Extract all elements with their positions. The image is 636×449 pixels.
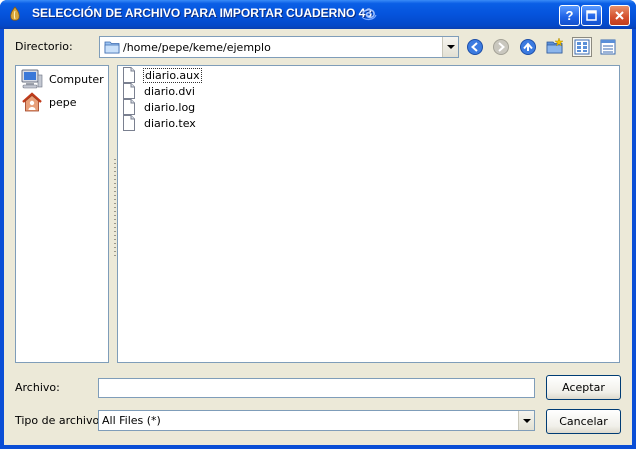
filetype-combo[interactable]: All Files (*) xyxy=(98,410,535,431)
place-computer[interactable]: Computer xyxy=(21,68,104,90)
directory-path: /home/pepe/keme/ejemplo xyxy=(123,40,271,54)
title-bar[interactable]: SELECCIÓN DE ARCHIVO PARA IMPORTAR CUADE… xyxy=(0,0,636,29)
home-icon xyxy=(22,92,42,112)
detail-view-button[interactable] xyxy=(598,37,618,57)
file-item[interactable]: diario.aux xyxy=(122,67,202,83)
document-icon xyxy=(122,115,136,131)
chevron-down-icon[interactable] xyxy=(518,411,534,430)
dialog-window: SELECCIÓN DE ARCHIVO PARA IMPORTAR CUADE… xyxy=(0,0,636,449)
app-icon xyxy=(10,6,20,21)
place-label: pepe xyxy=(49,95,77,109)
swirl-icon xyxy=(361,8,377,21)
detail-view-icon xyxy=(600,39,616,55)
chevron-down-icon[interactable] xyxy=(442,37,458,57)
accept-button[interactable]: Aceptar xyxy=(546,375,621,400)
folder-icon xyxy=(104,41,120,54)
maximize-icon xyxy=(586,10,597,21)
back-icon[interactable] xyxy=(466,38,484,56)
file-name: diario.log xyxy=(144,100,196,114)
directory-combo[interactable]: /home/pepe/keme/ejemplo xyxy=(99,36,459,58)
file-name: diario.tex xyxy=(144,116,196,130)
file-item[interactable]: diario.dvi xyxy=(122,83,196,99)
filetype-value: All Files (*) xyxy=(102,414,161,427)
place-label: Computer xyxy=(49,72,104,86)
file-list-panel[interactable]: diario.aux diario.dvi diario.log diario.… xyxy=(117,65,620,363)
computer-icon xyxy=(21,69,43,89)
file-name: diario.dvi xyxy=(144,84,195,98)
up-icon[interactable] xyxy=(519,38,537,56)
new-folder-icon[interactable] xyxy=(546,37,564,55)
dialog-client-area: Directorio: /home/pepe/keme/ejemplo Comp… xyxy=(4,29,632,445)
filetype-label: Tipo de archivo: xyxy=(15,414,103,427)
places-panel: Computer pepe xyxy=(15,65,109,363)
help-button[interactable]: ? xyxy=(559,5,580,26)
cancel-button[interactable]: Cancelar xyxy=(546,409,621,434)
close-button[interactable] xyxy=(609,5,630,26)
maximize-button[interactable] xyxy=(581,5,602,26)
file-item[interactable]: diario.log xyxy=(122,99,196,115)
forward-icon[interactable] xyxy=(492,38,510,56)
list-view-button[interactable] xyxy=(572,37,592,57)
document-icon xyxy=(122,83,136,99)
window-title: SELECCIÓN DE ARCHIVO PARA IMPORTAR CUADE… xyxy=(32,6,373,20)
panel-splitter[interactable] xyxy=(114,159,116,259)
document-icon xyxy=(122,67,136,83)
list-view-icon xyxy=(574,39,590,55)
document-icon xyxy=(122,99,136,115)
directory-label: Directorio: xyxy=(15,40,73,53)
filename-input[interactable] xyxy=(98,378,535,398)
close-icon xyxy=(615,11,624,20)
file-name: diario.aux xyxy=(143,67,202,83)
file-item[interactable]: diario.tex xyxy=(122,115,197,131)
filename-label: Archivo: xyxy=(15,381,60,394)
place-home[interactable]: pepe xyxy=(21,91,77,113)
